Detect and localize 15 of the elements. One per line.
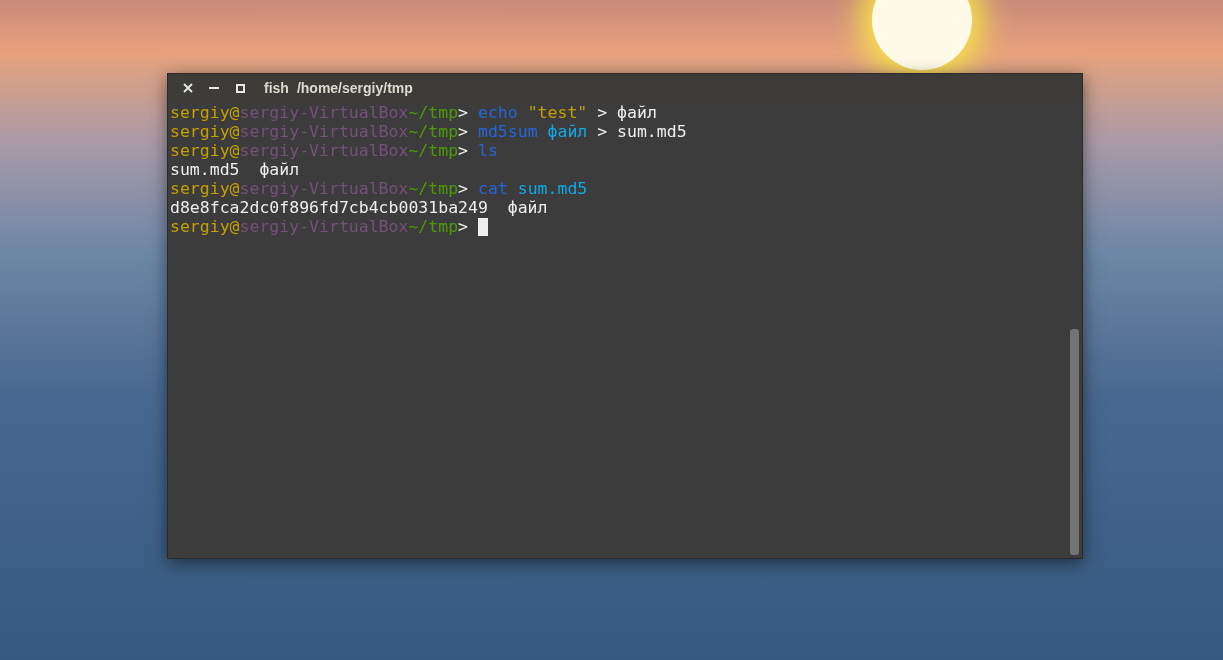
terminal-line: sum.md5 файл — [170, 160, 300, 179]
terminal-line: sergiy@sergiy-VirtualBox~/tmp> md5sum файл > sum.md5 — [170, 122, 687, 141]
terminal-line: d8e8fca2dc0f896fd7cb4cb0031ba249 файл — [170, 198, 548, 217]
window-title: fish — [264, 78, 289, 98]
terminal-line: sergiy@sergiy-VirtualBox~/tmp> echo "test" > файл — [170, 103, 657, 122]
terminal-line: sergiy@sergiy-VirtualBox~/tmp> cat sum.md5 — [170, 179, 588, 198]
scrollbar-thumb[interactable] — [1070, 329, 1079, 555]
minimize-icon — [209, 87, 219, 89]
window-path: /home/sergiy/tmp — [296, 78, 413, 98]
close-icon — [183, 83, 193, 93]
close-button[interactable] — [182, 82, 194, 94]
maximize-icon — [235, 83, 245, 93]
terminal-line: sergiy@sergiy-VirtualBox~/tmp> ls — [170, 141, 498, 160]
maximize-button[interactable] — [234, 82, 246, 94]
terminal-line: sergiy@sergiy-VirtualBox~/tmp> — [170, 217, 470, 236]
